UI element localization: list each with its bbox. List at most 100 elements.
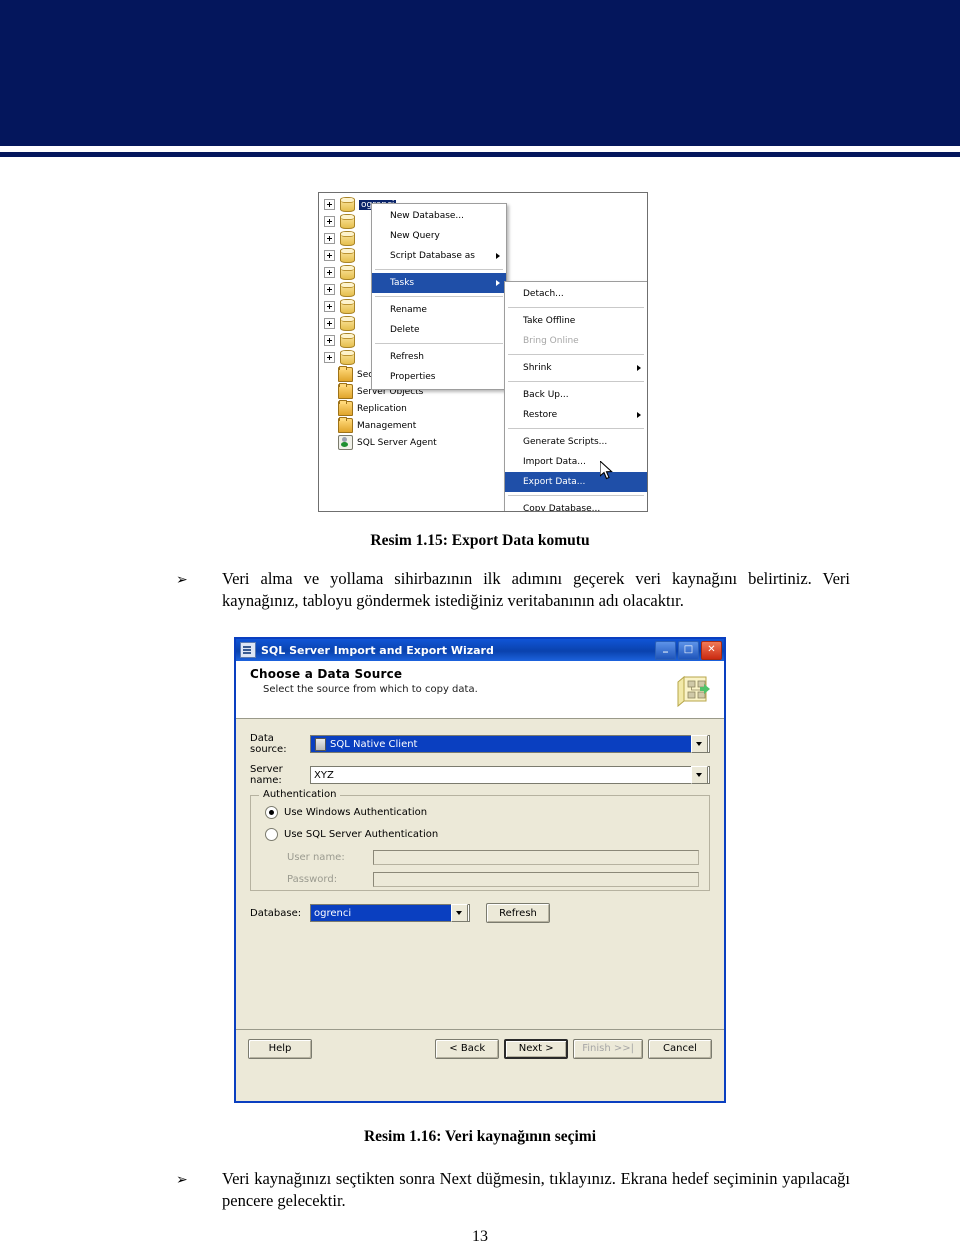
menu-item-tasks[interactable]: Tasks bbox=[372, 273, 506, 293]
wizard-subheading: Select the source from which to copy dat… bbox=[263, 684, 478, 695]
bullet-icon: ➢ bbox=[176, 572, 188, 588]
wizard-header: Choose a Data Source Select the source f… bbox=[236, 661, 724, 719]
footer-navigation-buttons: < Back Next > Finish >>| Cancel bbox=[435, 1038, 712, 1059]
wizard-titlebar: SQL Server Import and Export Wizard _ □ … bbox=[236, 639, 724, 661]
chevron-down-icon[interactable] bbox=[451, 904, 468, 922]
menu-item-delete[interactable]: Delete bbox=[372, 320, 506, 340]
expand-icon[interactable] bbox=[324, 250, 335, 261]
wizard-footer: Help < Back Next > Finish >>| Cancel bbox=[236, 1029, 724, 1067]
server-name-combobox[interactable]: XYZ bbox=[310, 766, 710, 784]
page-header-rule bbox=[0, 152, 960, 157]
menu-item-copy-database[interactable]: Copy Database... bbox=[505, 499, 647, 511]
menu-item-label: New Query bbox=[390, 231, 440, 241]
expand-icon[interactable] bbox=[324, 352, 335, 363]
menu-separator bbox=[508, 495, 644, 496]
database-icon bbox=[340, 231, 355, 246]
user-name-input[interactable] bbox=[373, 850, 699, 865]
minimize-icon: _ bbox=[663, 641, 668, 653]
database-icon bbox=[340, 350, 355, 365]
menu-item-label: Import Data... bbox=[523, 457, 586, 467]
chevron-down-icon[interactable] bbox=[691, 735, 708, 753]
password-row: Password: bbox=[265, 872, 699, 887]
menu-item-label: Export Data... bbox=[523, 477, 586, 487]
menu-separator bbox=[508, 381, 644, 382]
database-icon bbox=[340, 282, 355, 297]
refresh-button[interactable]: Refresh bbox=[486, 903, 550, 923]
folder-icon bbox=[338, 383, 353, 399]
expand-icon[interactable] bbox=[324, 301, 335, 312]
windows-auth-radio[interactable] bbox=[265, 806, 278, 819]
password-input[interactable] bbox=[373, 872, 699, 887]
data-source-value: SQL Native Client bbox=[330, 738, 418, 750]
menu-item-label: Generate Scripts... bbox=[523, 437, 608, 447]
menu-item-label: Take Offline bbox=[523, 316, 576, 326]
server-name-value[interactable]: XYZ bbox=[311, 770, 691, 781]
data-source-icon bbox=[677, 675, 710, 708]
menu-item-detach[interactable]: Detach... bbox=[505, 284, 647, 304]
database-label: Database: bbox=[250, 907, 302, 919]
password-label: Password: bbox=[287, 874, 338, 885]
database-icon bbox=[340, 316, 355, 331]
expand-icon[interactable] bbox=[324, 233, 335, 244]
folder-icon bbox=[338, 366, 353, 382]
menu-item-new-query[interactable]: New Query bbox=[372, 226, 506, 246]
tree-node-label: Replication bbox=[357, 403, 407, 414]
tree-node-replication[interactable]: Replication bbox=[322, 400, 482, 417]
menu-item-shrink[interactable]: Shrink bbox=[505, 358, 647, 378]
database-icon bbox=[340, 333, 355, 348]
sql-auth-row[interactable]: Use SQL Server Authentication bbox=[265, 828, 699, 841]
data-source-label: Data source: bbox=[250, 733, 287, 755]
tree-node-management[interactable]: Management bbox=[322, 417, 482, 434]
menu-item-label: Back Up... bbox=[523, 390, 569, 400]
wizard-heading: Choose a Data Source bbox=[250, 667, 403, 681]
expand-icon[interactable] bbox=[324, 216, 335, 227]
chevron-down-icon[interactable] bbox=[691, 766, 708, 784]
menu-separator bbox=[508, 428, 644, 429]
menu-item-refresh[interactable]: Refresh bbox=[372, 347, 506, 367]
expand-icon[interactable] bbox=[324, 267, 335, 278]
authentication-groupbox: Authentication Use Windows Authenticatio… bbox=[250, 789, 710, 891]
data-source-value-wrap: SQL Native Client bbox=[311, 736, 691, 752]
menu-separator bbox=[375, 269, 503, 270]
windows-auth-row[interactable]: Use Windows Authentication bbox=[265, 806, 699, 819]
database-provider-icon bbox=[315, 737, 326, 751]
expand-icon[interactable] bbox=[324, 335, 335, 346]
menu-item-restore[interactable]: Restore bbox=[505, 405, 647, 425]
close-icon: ✕ bbox=[707, 643, 716, 655]
menu-item-label: Detach... bbox=[523, 289, 564, 299]
menu-item-label: Script Database as bbox=[390, 251, 475, 261]
next-button[interactable]: Next > bbox=[504, 1038, 569, 1059]
menu-item-generate-scripts[interactable]: Generate Scripts... bbox=[505, 432, 647, 452]
data-source-row: Data source: SQL Native Client bbox=[250, 733, 710, 755]
menu-item-properties[interactable]: Properties bbox=[372, 367, 506, 387]
menu-item-label: Bring Online bbox=[523, 336, 579, 346]
menu-item-label: New Database... bbox=[390, 211, 465, 221]
database-icon bbox=[340, 214, 355, 229]
paragraph-1: Veri alma ve yollama sihirbazının ilk ad… bbox=[222, 569, 850, 610]
expand-icon[interactable] bbox=[324, 199, 335, 210]
help-button[interactable]: Help bbox=[248, 1038, 312, 1059]
menu-item-label: Properties bbox=[390, 372, 436, 382]
menu-item-new-database[interactable]: New Database... bbox=[372, 206, 506, 226]
maximize-button[interactable]: □ bbox=[678, 640, 699, 660]
expand-icon[interactable] bbox=[324, 318, 335, 329]
menu-item-export-data[interactable]: Export Data... bbox=[505, 472, 647, 492]
menu-item-back-up[interactable]: Back Up... bbox=[505, 385, 647, 405]
database-value[interactable]: ogrenci bbox=[311, 905, 451, 921]
menu-item-import-data[interactable]: Import Data... bbox=[505, 452, 647, 472]
expand-icon[interactable] bbox=[324, 284, 335, 295]
tree-node-sql-server-agent[interactable]: SQL Server Agent bbox=[322, 434, 482, 451]
sql-auth-radio[interactable] bbox=[265, 828, 278, 841]
database-combobox[interactable]: ogrenci bbox=[310, 904, 470, 922]
agent-icon bbox=[338, 435, 353, 450]
menu-item-bring-online: Bring Online bbox=[505, 331, 647, 351]
minimize-button[interactable]: _ bbox=[655, 640, 676, 660]
close-button[interactable]: ✕ bbox=[701, 640, 722, 660]
menu-item-take-offline[interactable]: Take Offline bbox=[505, 311, 647, 331]
data-source-combobox[interactable]: SQL Native Client bbox=[310, 735, 710, 753]
menu-item-rename[interactable]: Rename bbox=[372, 300, 506, 320]
cancel-button[interactable]: Cancel bbox=[648, 1038, 712, 1059]
back-button[interactable]: < Back bbox=[435, 1038, 500, 1059]
figure-choose-data-source: SQL Server Import and Export Wizard _ □ … bbox=[234, 637, 726, 1103]
menu-item-script-database-as[interactable]: Script Database as bbox=[372, 246, 506, 266]
